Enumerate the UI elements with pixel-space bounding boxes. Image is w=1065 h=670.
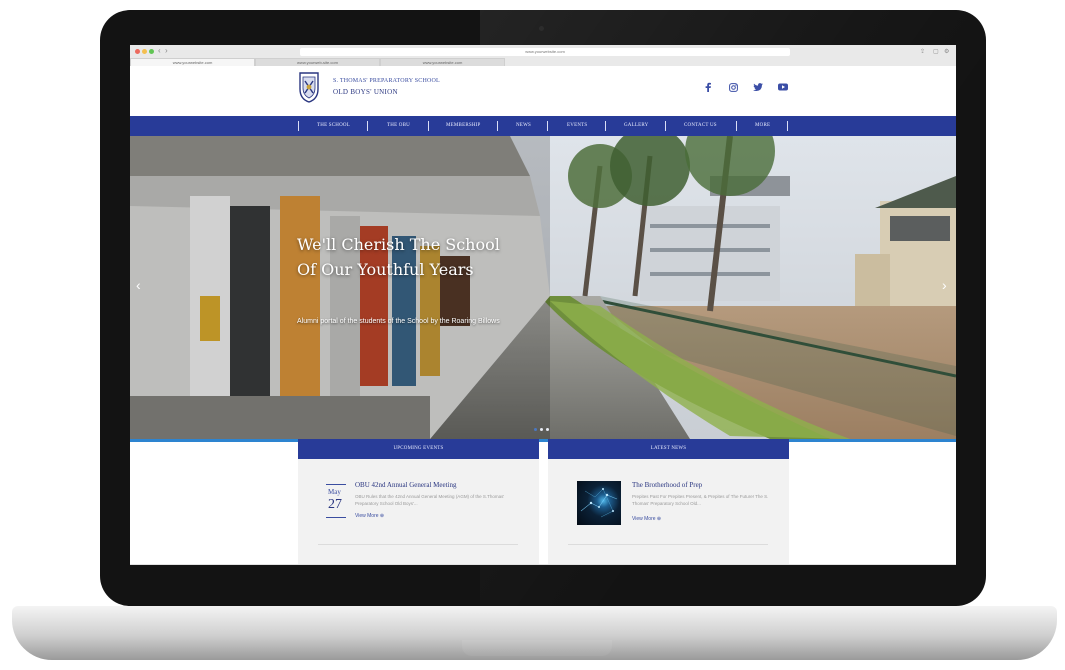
main-navigation: THE SCHOOL THE OBU MEMBERSHIP NEWS EVENT… bbox=[130, 116, 956, 136]
carousel-next-arrow[interactable]: › bbox=[942, 277, 947, 293]
card-divider bbox=[318, 544, 518, 545]
latest-news-heading: LATEST NEWS bbox=[548, 439, 789, 459]
nav-divider bbox=[736, 121, 737, 131]
instagram-icon[interactable] bbox=[727, 81, 739, 93]
twitter-icon[interactable] bbox=[752, 81, 764, 93]
back-icon[interactable]: ‹ bbox=[158, 46, 161, 55]
nav-divider bbox=[605, 121, 606, 131]
date-rule bbox=[326, 517, 346, 518]
nav-item-the-school[interactable]: THE SCHOOL bbox=[317, 116, 350, 136]
upcoming-events-card: UPCOMING EVENTS May 27 OBU 42nd Annual G… bbox=[298, 439, 539, 565]
hero-title: We'll Cherish The School Of Our Youthful… bbox=[297, 235, 500, 279]
hero-slider: ‹ › We'll Cherish The School Of Our Yout… bbox=[130, 136, 956, 439]
nav-divider bbox=[787, 121, 788, 131]
arrow-circle-icon: ⊕ bbox=[656, 516, 662, 522]
nav-divider bbox=[428, 121, 429, 131]
upcoming-events-heading: UPCOMING EVENTS bbox=[298, 439, 539, 459]
carousel-dot-active[interactable] bbox=[534, 428, 537, 431]
union-name: OLD BOYS' UNION bbox=[333, 88, 398, 96]
nav-item-gallery[interactable]: GALLERY bbox=[624, 116, 648, 136]
browser-tab[interactable]: www.yourweb-site.com bbox=[255, 58, 380, 66]
maximize-window-button[interactable] bbox=[149, 49, 154, 54]
carousel-dot[interactable] bbox=[546, 428, 549, 431]
nav-item-news[interactable]: NEWS bbox=[516, 116, 531, 136]
facebook-icon[interactable] bbox=[702, 81, 714, 93]
view-more-label: View More bbox=[632, 516, 656, 522]
nav-item-membership[interactable]: MEMBERSHIP bbox=[446, 116, 481, 136]
browser-chrome: ‹ › www.yourwebsite.com ⇪ ▢ ⚙ www.yourwe… bbox=[130, 45, 956, 67]
carousel-dot[interactable] bbox=[540, 428, 543, 431]
browser-tab[interactable]: www.yourwebsite.com bbox=[380, 58, 505, 66]
nav-divider bbox=[665, 121, 666, 131]
latest-news-card: LATEST NEWS The Brotherhood of Prep Prep… bbox=[548, 439, 789, 565]
view-more-label: View More bbox=[355, 513, 379, 519]
youtube-icon[interactable] bbox=[777, 81, 789, 93]
nav-item-events[interactable]: EVENTS bbox=[567, 116, 587, 136]
page-bottom-border bbox=[130, 564, 956, 565]
nav-item-contact-us[interactable]: CONTACT US bbox=[684, 116, 717, 136]
tabs-icon[interactable]: ▢ bbox=[933, 48, 939, 55]
accent-strip bbox=[130, 439, 956, 442]
nav-divider bbox=[547, 121, 548, 131]
laptop-screen: ‹ › www.yourwebsite.com ⇪ ▢ ⚙ www.yourwe… bbox=[130, 45, 956, 565]
tab-strip: www.yourwebsite.com www.yourweb-site.com… bbox=[130, 58, 956, 66]
browser-tab[interactable]: www.yourwebsite.com bbox=[130, 58, 255, 66]
nav-item-more[interactable]: MORE bbox=[755, 116, 770, 136]
nav-divider bbox=[298, 121, 299, 131]
address-bar[interactable]: www.yourwebsite.com bbox=[300, 48, 790, 56]
card-divider bbox=[568, 544, 768, 545]
minimize-window-button[interactable] bbox=[142, 49, 147, 54]
carousel-prev-arrow[interactable]: ‹ bbox=[136, 277, 141, 293]
event-day: 27 bbox=[328, 497, 342, 512]
hero-subtitle: Alumni portal of the students of the Sch… bbox=[297, 318, 500, 325]
news-excerpt: Prepites Past For Prepites Present, & Pr… bbox=[632, 494, 769, 506]
event-month: May bbox=[328, 488, 341, 496]
hero-photo bbox=[130, 136, 956, 439]
date-rule bbox=[326, 484, 346, 485]
nav-item-the-obu[interactable]: THE OBU bbox=[387, 116, 410, 136]
forward-icon[interactable]: › bbox=[165, 46, 168, 55]
news-thumbnail[interactable] bbox=[577, 481, 621, 525]
arrow-circle-icon: ⊕ bbox=[379, 513, 385, 519]
nav-divider bbox=[367, 121, 368, 131]
event-view-more-link[interactable]: View More ⊕ bbox=[355, 513, 384, 519]
close-window-button[interactable] bbox=[135, 49, 140, 54]
site-header: S. THOMAS' PREPARATORY SCHOOL OLD BOYS' … bbox=[130, 66, 956, 116]
laptop-notch bbox=[462, 640, 612, 656]
settings-icon[interactable]: ⚙ bbox=[944, 48, 949, 55]
webcam bbox=[539, 26, 544, 31]
event-excerpt: OBU Rules that the 42nd Annual General M… bbox=[355, 494, 505, 506]
news-view-more-link[interactable]: View More ⊕ bbox=[632, 516, 661, 522]
school-name: S. THOMAS' PREPARATORY SCHOOL bbox=[333, 78, 440, 84]
event-title[interactable]: OBU 42nd Annual General Meeting bbox=[355, 481, 456, 489]
school-crest-logo[interactable] bbox=[298, 71, 320, 103]
nav-divider bbox=[497, 121, 498, 131]
news-title[interactable]: The Brotherhood of Prep bbox=[632, 481, 702, 489]
share-icon[interactable]: ⇪ bbox=[920, 48, 925, 55]
